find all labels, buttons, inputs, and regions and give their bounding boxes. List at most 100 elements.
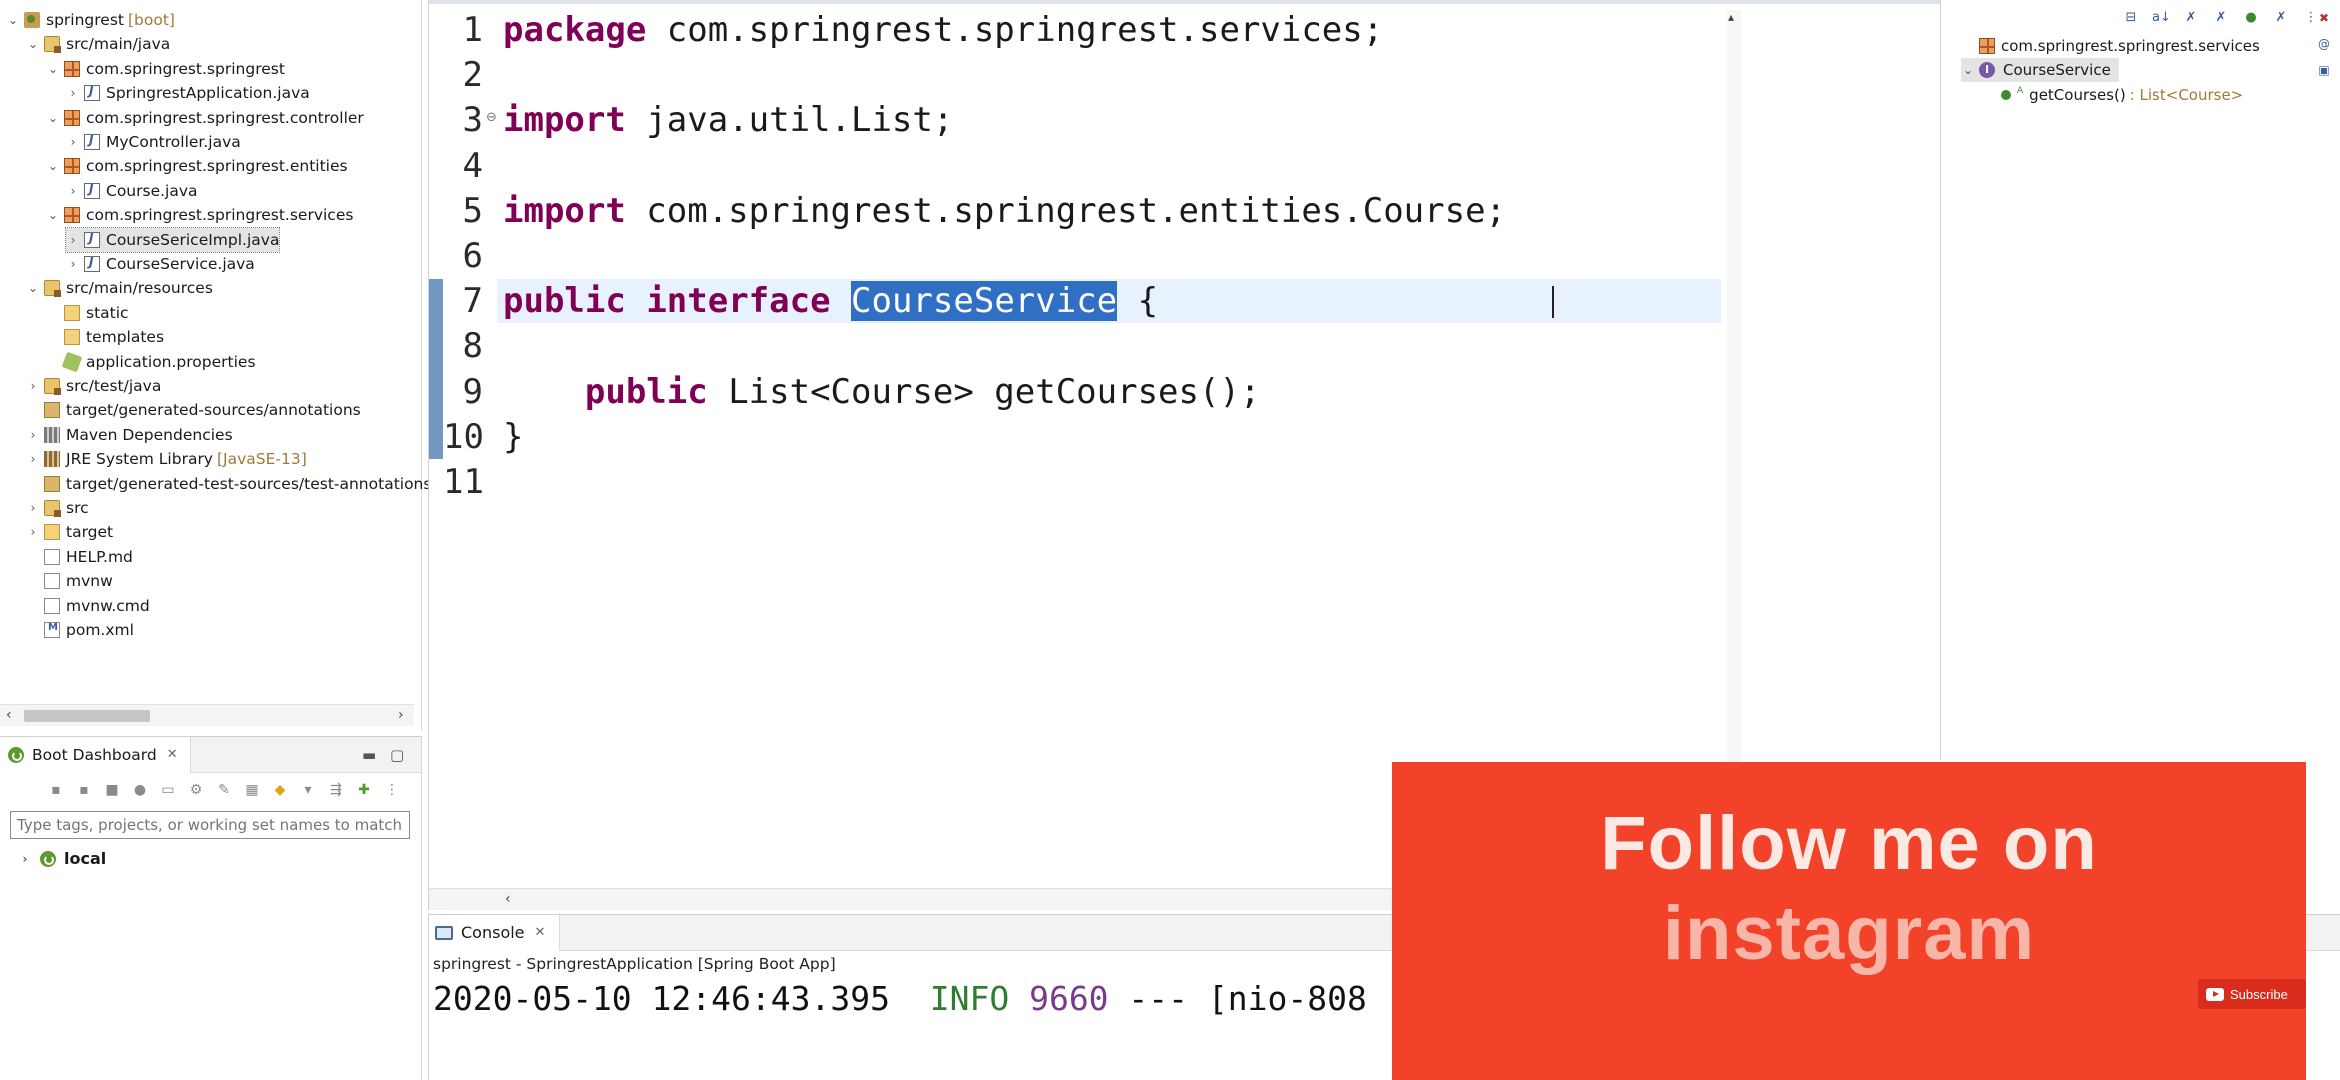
close-icon[interactable]: ✕ (535, 925, 546, 940)
code-line[interactable]: import java.util.List; (503, 98, 953, 143)
code-line[interactable]: import com.springrest.springrest.entitie… (503, 189, 1506, 234)
tree-item[interactable]: ⌄ src/main/resources (26, 276, 213, 300)
boot-local-target[interactable]: › local (18, 849, 421, 868)
properties-icon[interactable]: ⚙ (187, 782, 205, 798)
outline-package[interactable]: com.springrest.springrest.services (1979, 34, 2260, 58)
chevron-right-icon[interactable]: › (66, 135, 80, 149)
tree-item[interactable]: HELP.md (26, 545, 133, 569)
promo-overlay: Follow me on instagram Subscribe (1392, 762, 2306, 1080)
tree-item[interactable]: mvnw (26, 569, 113, 593)
problems-icon[interactable]: ✖ (2316, 10, 2332, 26)
subscribe-button[interactable]: Subscribe (2198, 979, 2306, 1009)
chevron-right-icon[interactable]: › (26, 428, 40, 442)
tree-item[interactable]: templates (46, 325, 164, 349)
tab-console[interactable]: Console ✕ (429, 914, 561, 951)
chevron-right-icon[interactable]: › (66, 257, 80, 271)
add-icon[interactable]: ✚ (355, 782, 373, 798)
tab-boot-dashboard[interactable]: Boot Dashboard ✕ (0, 736, 191, 773)
stop-icon[interactable]: ■ (103, 782, 121, 798)
chevron-right-icon[interactable]: › (26, 525, 40, 539)
tree-item[interactable]: › SpringrestApplication.java (66, 81, 310, 105)
lightbulb-icon[interactable]: ◆ (271, 782, 289, 798)
open-web-icon[interactable]: ● (131, 782, 149, 798)
tree-item[interactable]: target/generated-sources/annotations (26, 398, 361, 422)
keyword-token: import (503, 100, 626, 141)
explorer-horizontal-scrollbar[interactable]: ‹ › (0, 704, 414, 726)
tree-item[interactable]: › Course.java (66, 179, 198, 203)
chevron-right-icon[interactable]: › (26, 452, 40, 466)
fold-collapse-icon[interactable]: ⊖ (486, 110, 497, 125)
tree-item[interactable]: › Maven Dependencies (26, 423, 233, 447)
boot-filter-input[interactable] (10, 811, 410, 839)
start-icon[interactable]: ▪ (47, 782, 65, 798)
tree-item[interactable]: › src/test/java (26, 374, 161, 398)
hide-non-public-icon[interactable]: ● (2242, 10, 2260, 26)
scroll-right-icon[interactable]: › (398, 707, 404, 723)
hide-static-icon[interactable]: ✗ (2212, 10, 2230, 26)
chevron-down-icon[interactable]: ⌄ (6, 13, 20, 27)
edit-icon[interactable]: ✎ (215, 782, 233, 798)
tree-item[interactable]: ⌄ com.springrest.springrest.entities (46, 154, 348, 178)
editor-vertical-scrollbar[interactable]: ▴ (1727, 10, 1741, 890)
chevron-down-icon[interactable]: ⌄ (46, 62, 60, 76)
scroll-left-icon[interactable]: ‹ (6, 707, 12, 723)
tree-item[interactable]: target/generated-test-sources/test-annot… (26, 472, 431, 496)
filter-icon[interactable]: ⇶ (327, 782, 345, 798)
chevron-down-icon[interactable]: ⌄ (1961, 63, 1975, 77)
chevron-down-icon[interactable]: ⌄ (26, 281, 40, 295)
tree-item[interactable]: › CourseSericeImpl.java (64, 226, 281, 253)
outline-method-return: : List<Course> (2129, 86, 2244, 104)
chevron-down-icon[interactable]: ⌄ (46, 111, 60, 125)
tree-item[interactable]: static (46, 301, 129, 325)
chevron-right-icon[interactable]: › (18, 852, 32, 866)
tree-item[interactable]: ⌄ com.springrest.springrest.controller (46, 106, 364, 130)
debug-icon[interactable]: ▪ (75, 782, 93, 798)
tree-item[interactable]: ⌄ springrest [boot] (6, 8, 175, 32)
sort-icon[interactable]: a↓ (2152, 10, 2171, 26)
tree-item[interactable]: mvnw.cmd (26, 594, 150, 618)
scrollbar-thumb[interactable] (24, 710, 150, 722)
chevron-down-icon[interactable]: ⌄ (46, 159, 60, 173)
java-file-icon (84, 255, 100, 272)
generated-folder-icon (44, 475, 60, 492)
chevron-right-icon[interactable]: › (26, 379, 40, 393)
tree-item[interactable]: › MyController.java (66, 130, 241, 154)
tree-item[interactable]: ⌄ com.springrest.springrest.services (46, 203, 353, 227)
javadoc-icon[interactable]: @ (2316, 36, 2332, 52)
table-icon[interactable]: ▦ (243, 782, 261, 798)
code-line[interactable]: } (503, 415, 523, 460)
tree-item[interactable]: › CourseService.java (66, 252, 255, 276)
outline-method[interactable]: A getCourses() : List<Course> (2001, 83, 2243, 107)
maximize-icon[interactable]: ▢ (390, 746, 404, 764)
source-folder-icon (44, 36, 61, 54)
hide-fields-icon[interactable]: ✗ (2182, 10, 2200, 26)
tree-item[interactable]: ⌄ src/main/java (26, 32, 170, 56)
code-line[interactable]: public interface CourseService { (503, 279, 1158, 324)
scroll-up-icon[interactable]: ▴ (1728, 10, 1734, 24)
chevron-right-icon[interactable]: › (66, 233, 80, 247)
tree-item[interactable]: application.properties (46, 350, 256, 374)
scroll-left-icon[interactable]: ‹ (505, 891, 511, 907)
chevron-down-icon[interactable]: ⌄ (46, 208, 60, 222)
code-line[interactable]: package com.springrest.springrest.servic… (503, 8, 1383, 53)
close-icon[interactable]: ✕ (167, 747, 178, 762)
code-line[interactable]: public List<Course> getCourses(); (503, 370, 1261, 415)
dropdown-icon[interactable]: ▾ (299, 782, 317, 798)
chevron-down-icon[interactable]: ⌄ (26, 37, 40, 51)
console-icon[interactable]: ▭ (159, 782, 177, 798)
chevron-right-icon[interactable]: › (66, 86, 80, 100)
tree-item[interactable]: pom.xml (26, 618, 134, 642)
hide-local-types-icon[interactable]: ✗ (2272, 10, 2290, 26)
tree-item[interactable]: › target (26, 520, 114, 544)
tree-item[interactable]: ⌄ com.springrest.springrest (46, 57, 285, 81)
outline-interface[interactable]: ⌄ I CourseService (1961, 58, 2119, 82)
declaration-icon[interactable]: ▣ (2316, 62, 2332, 78)
view-menu-icon[interactable]: ⋮ (383, 782, 401, 798)
tree-item[interactable]: › src (26, 496, 89, 520)
outline-package-label: com.springrest.springrest.services (2001, 37, 2260, 55)
tree-item[interactable]: › JRE System Library [JavaSE-13] (26, 447, 307, 471)
minimize-icon[interactable]: ▬ (362, 746, 376, 764)
chevron-right-icon[interactable]: › (26, 501, 40, 515)
collapse-all-icon[interactable]: ⊟ (2122, 10, 2140, 26)
chevron-right-icon[interactable]: › (66, 184, 80, 198)
